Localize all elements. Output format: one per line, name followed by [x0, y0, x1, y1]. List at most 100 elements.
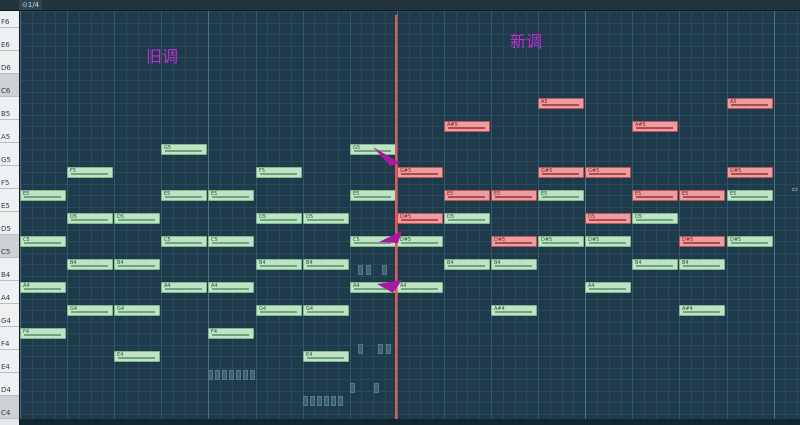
note-block[interactable]: G#5	[538, 167, 584, 178]
resize-handle-icon[interactable]: ⇔	[791, 185, 798, 194]
note-block[interactable]: F4	[20, 328, 66, 339]
grid-column-line	[762, 11, 763, 425]
note-block[interactable]: E5	[20, 190, 66, 201]
piano-key-g4[interactable]: G4	[0, 304, 19, 327]
note-block[interactable]: E5	[491, 190, 537, 201]
velocity-bar	[307, 357, 344, 359]
piano-key-g5[interactable]: G5	[0, 143, 19, 166]
velocity-bar	[495, 311, 532, 313]
piano-key-f5[interactable]: F5	[0, 166, 19, 189]
piano-key-e5[interactable]: E5	[0, 189, 19, 212]
note-block[interactable]: G4	[67, 305, 113, 316]
note-block[interactable]: D5	[303, 213, 349, 224]
note-block[interactable]: E5	[538, 190, 584, 201]
note-block[interactable]: G#5	[585, 167, 631, 178]
note-block[interactable]: E4	[114, 351, 160, 362]
key-label: F6	[1, 18, 10, 26]
note-block[interactable]: G4	[303, 305, 349, 316]
note-block[interactable]: E5	[208, 190, 254, 201]
note-block[interactable]: D5	[444, 213, 490, 224]
piano-key-d4[interactable]: D4	[0, 373, 19, 396]
note-block[interactable]: B4	[303, 259, 349, 270]
piano-key-c5[interactable]: C5	[0, 235, 19, 258]
note-block[interactable]: A#4	[491, 305, 537, 316]
note-block[interactable]: B4	[256, 259, 302, 270]
piano-key-d5[interactable]: D5	[0, 212, 19, 235]
note-block[interactable]: F5	[256, 167, 302, 178]
grid-column-line	[491, 11, 492, 425]
note-block[interactable]: A4	[585, 282, 631, 293]
note-block[interactable]: A#5	[632, 121, 678, 132]
note-block[interactable]: B4	[632, 259, 678, 270]
piano-key-c6[interactable]: C6	[0, 74, 19, 97]
note-block[interactable]: A5	[538, 98, 584, 109]
note-block[interactable]: B4	[491, 259, 537, 270]
note-block[interactable]: D#5	[679, 236, 725, 247]
snap-selector[interactable]: ⊙1/4	[19, 0, 43, 10]
note-block[interactable]: F5	[67, 167, 113, 178]
note-block[interactable]: G5	[161, 144, 207, 155]
note-block[interactable]: A4	[20, 282, 66, 293]
note-block[interactable]: D#5	[397, 213, 443, 224]
velocity-bar	[683, 311, 720, 313]
piano-key-a5[interactable]: A5	[0, 120, 19, 143]
note-block[interactable]: D#5	[491, 236, 537, 247]
note-block[interactable]: D5	[67, 213, 113, 224]
velocity-bar	[71, 173, 108, 175]
piano-key-a4[interactable]: A4	[0, 281, 19, 304]
note-block[interactable]: A5	[727, 98, 773, 109]
piano-key-b5[interactable]: B5	[0, 97, 19, 120]
note-block[interactable]: D#5	[538, 236, 584, 247]
note-block[interactable]: E5	[350, 190, 396, 201]
note-block[interactable]: A4	[161, 282, 207, 293]
note-block[interactable]: A4	[208, 282, 254, 293]
piano-key-f4[interactable]: F4	[0, 327, 19, 350]
grid-row-line	[20, 391, 800, 392]
note-block[interactable]: E5	[161, 190, 207, 201]
note-block[interactable]: E5	[444, 190, 490, 201]
note-block[interactable]: E5	[632, 190, 678, 201]
ghost-note	[236, 370, 241, 380]
note-block[interactable]: D5	[632, 213, 678, 224]
piano-key-c4[interactable]: C4	[0, 396, 19, 419]
note-block[interactable]: D5	[585, 213, 631, 224]
playhead-marker[interactable]	[395, 15, 397, 425]
piano-key-d6[interactable]: D6	[0, 51, 19, 74]
note-block[interactable]: B4	[67, 259, 113, 270]
note-block[interactable]: E4	[303, 351, 349, 362]
note-block[interactable]: C5	[161, 236, 207, 247]
note-block[interactable]: D#5	[727, 236, 773, 247]
note-block[interactable]: C5	[20, 236, 66, 247]
piano-key-e6[interactable]: E6	[0, 28, 19, 51]
velocity-bar	[118, 311, 155, 313]
note-block[interactable]: D5	[114, 213, 160, 224]
velocity-bar	[636, 219, 673, 221]
velocity-bar	[260, 219, 297, 221]
note-block[interactable]: C5	[208, 236, 254, 247]
note-block[interactable]: B4	[679, 259, 725, 270]
note-block[interactable]: D#5	[585, 236, 631, 247]
note-block[interactable]: G4	[256, 305, 302, 316]
note-block[interactable]: G4	[114, 305, 160, 316]
note-block[interactable]: D5	[256, 213, 302, 224]
new-key-label: 新调	[510, 32, 543, 51]
velocity-bar	[495, 196, 532, 198]
note-block[interactable]: F4	[208, 328, 254, 339]
note-block[interactable]: A#5	[444, 121, 490, 132]
note-block[interactable]: A#4	[679, 305, 725, 316]
note-block[interactable]: G#5	[397, 167, 443, 178]
grid-row-line	[20, 23, 800, 24]
note-block[interactable]: G#5	[727, 167, 773, 178]
piano-key-f6[interactable]: F6	[0, 11, 19, 28]
note-block[interactable]: E5	[679, 190, 725, 201]
grid-row-line	[20, 276, 800, 277]
piano-keyboard[interactable]: F6 E6 D6 C6 B5 A5 G5 F5 E5 D5 C5 B4 A4 G4 F4 E4 D4 C4	[0, 11, 20, 425]
note-block[interactable]: B4	[444, 259, 490, 270]
piano-key-b4[interactable]: B4	[0, 258, 19, 281]
horizontal-scrollbar[interactable]	[20, 419, 800, 425]
piano-roll-grid[interactable]: C5 E5 A4 F4 F5 D5 B4 G4 D5 B4 G4 E4 G5 E5 C5 A4 E5 C5 A4 F4…	[20, 11, 800, 425]
note-block[interactable]: B4	[114, 259, 160, 270]
piano-key-e4[interactable]: E4	[0, 350, 19, 373]
note-block[interactable]: E5	[727, 190, 773, 201]
velocity-bar	[636, 265, 673, 267]
